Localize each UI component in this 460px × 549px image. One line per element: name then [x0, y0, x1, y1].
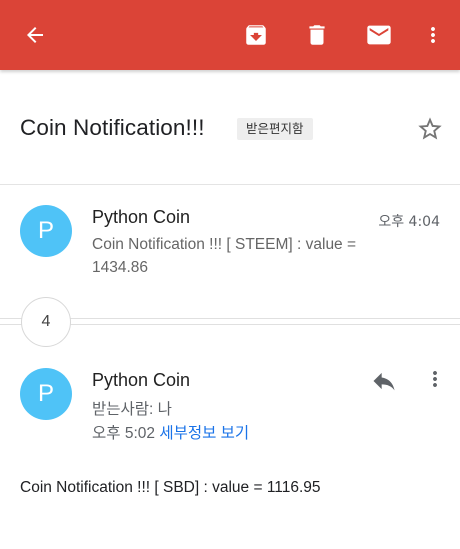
- mark-unread-button[interactable]: [355, 0, 403, 70]
- sender-name: Python Coin: [92, 370, 191, 390]
- avatar: P: [20, 205, 72, 257]
- recipient-line: 받는사람: 나: [92, 401, 172, 418]
- arrow-back-icon: [27, 27, 43, 43]
- avatar: P: [20, 368, 72, 420]
- delete-button[interactable]: [293, 0, 341, 70]
- divider: [0, 184, 460, 185]
- sender-name: Python Coin: [92, 207, 191, 227]
- snippet-line-1: Coin Notification !!! [ STEEM] : value =: [92, 236, 357, 253]
- archive-button[interactable]: [232, 0, 280, 70]
- app-bar: [0, 0, 460, 70]
- inbox-label-chip[interactable]: 받은편지함: [237, 118, 313, 140]
- thread-header: Coin Notification!!! 받은편지함: [0, 88, 460, 168]
- trash-icon: [309, 25, 325, 45]
- view-details-link[interactable]: 세부정보 보기: [159, 425, 249, 442]
- message-snippet: Coin Notification !!! [ STEEM] : value =…: [92, 233, 412, 279]
- message-meta: 오후 5:02 세부정보 보기: [92, 421, 249, 443]
- more-options-button[interactable]: [409, 0, 457, 70]
- star-outline-icon[interactable]: [416, 115, 444, 143]
- message-body: Coin Notification !!! [ SBD] : value = 1…: [20, 479, 321, 496]
- reply-icon[interactable]: [370, 367, 398, 395]
- message-time: 오후 5:02: [92, 425, 155, 442]
- message-time: 오후 4:04: [378, 214, 440, 230]
- thread-subject: Coin Notification!!!: [20, 115, 205, 140]
- snippet-line-2: 1434.86: [92, 259, 149, 276]
- archive-icon: [246, 25, 266, 45]
- more-vert-icon[interactable]: [423, 367, 447, 391]
- mail-icon: [367, 25, 391, 45]
- more-vert-icon: [431, 27, 435, 43]
- collapsed-messages-count[interactable]: 4: [21, 297, 71, 347]
- back-button[interactable]: [11, 0, 59, 70]
